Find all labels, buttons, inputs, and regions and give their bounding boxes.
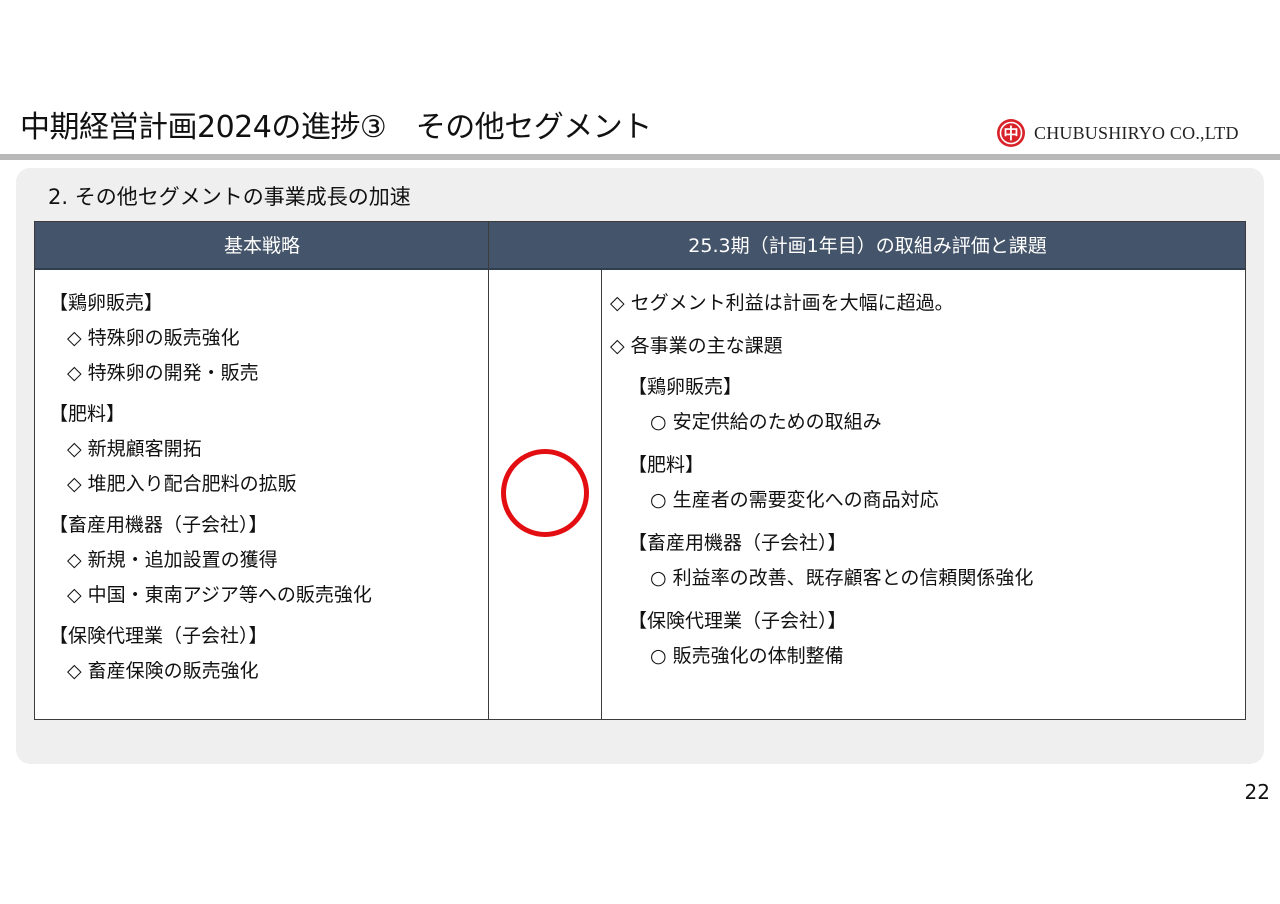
evaluation-circle-mark <box>501 449 589 537</box>
evaluation-heading: ◇ 各事業の主な課題 <box>610 335 783 357</box>
issue-item: ○ 生産者の需要変化への商品対応 <box>650 489 939 511</box>
slide: 中期経営計画2024の進捗③ その他セグメント 中 CHUBUSHIRYO CO… <box>0 0 1280 904</box>
strategy-item: ◇ 特殊卵の開発・販売 <box>67 362 259 384</box>
header-basic-strategy: 基本戦略 <box>223 235 300 257</box>
category-label: 【肥料】 <box>49 403 126 425</box>
title-divider <box>0 154 1280 160</box>
column-divider <box>601 270 602 719</box>
category-label: 【畜産用機器（子会社）】 <box>628 532 847 554</box>
page-number: 22 <box>1244 780 1270 804</box>
logo-mark-glyph: 中 <box>1003 125 1018 143</box>
logo-text: CHUBUSHIRYO CO.,LTD <box>1034 122 1239 143</box>
company-logo: 中 CHUBUSHIRYO CO.,LTD <box>996 116 1239 150</box>
strategy-item: ◇ 畜産保険の販売強化 <box>67 660 259 682</box>
strategy-item: ◇ 新規顧客開拓 <box>67 438 202 460</box>
page-title: 中期経営計画2024の進捗③ その他セグメント <box>20 110 652 145</box>
category-label: 【鶏卵販売】 <box>628 376 743 398</box>
column-divider <box>488 222 489 719</box>
section-subtitle: 2. その他セグメントの事業成長の加速 <box>48 185 411 209</box>
strategy-item: ◇ 新規・追加設置の獲得 <box>67 549 278 571</box>
category-label: 【肥料】 <box>628 454 705 476</box>
issue-item: ○ 販売強化の体制整備 <box>650 645 844 667</box>
strategy-table: 基本戦略 25.3期（計画1年目）の取組み評価と課題 【鶏卵販売】 ◇ 特殊卵の… <box>34 221 1246 720</box>
category-label: 【保険代理業（子会社）】 <box>628 610 847 632</box>
category-label: 【保険代理業（子会社）】 <box>49 625 268 647</box>
category-label: 【畜産用機器（子会社）】 <box>49 514 268 536</box>
issue-item: ○ 利益率の改善、既存顧客との信頼関係強化 <box>650 567 1034 589</box>
table-header-row: 基本戦略 25.3期（計画1年目）の取組み評価と課題 <box>35 222 1245 270</box>
issue-item: ○ 安定供給のための取組み <box>650 411 882 433</box>
strategy-item: ◇ 特殊卵の販売強化 <box>67 327 240 349</box>
header-evaluation: 25.3期（計画1年目）の取組み評価と課題 <box>688 235 1047 257</box>
strategy-item: ◇ 中国・東南アジア等への販売強化 <box>67 584 372 606</box>
logo-mark-icon: 中 <box>997 119 1025 147</box>
evaluation-summary: ◇ セグメント利益は計画を大幅に超過。 <box>610 292 954 314</box>
category-label: 【鶏卵販売】 <box>49 292 164 314</box>
strategy-item: ◇ 堆肥入り配合肥料の拡販 <box>67 473 297 495</box>
evaluation-list: ◇ セグメント利益は計画を大幅に超過。 ◇ 各事業の主な課題 【鶏卵販売】 ○ … <box>610 286 1230 674</box>
strategy-list: 【鶏卵販売】 ◇ 特殊卵の販売強化 ◇ 特殊卵の開発・販売 【肥料】 ◇ 新規顧… <box>49 286 479 689</box>
